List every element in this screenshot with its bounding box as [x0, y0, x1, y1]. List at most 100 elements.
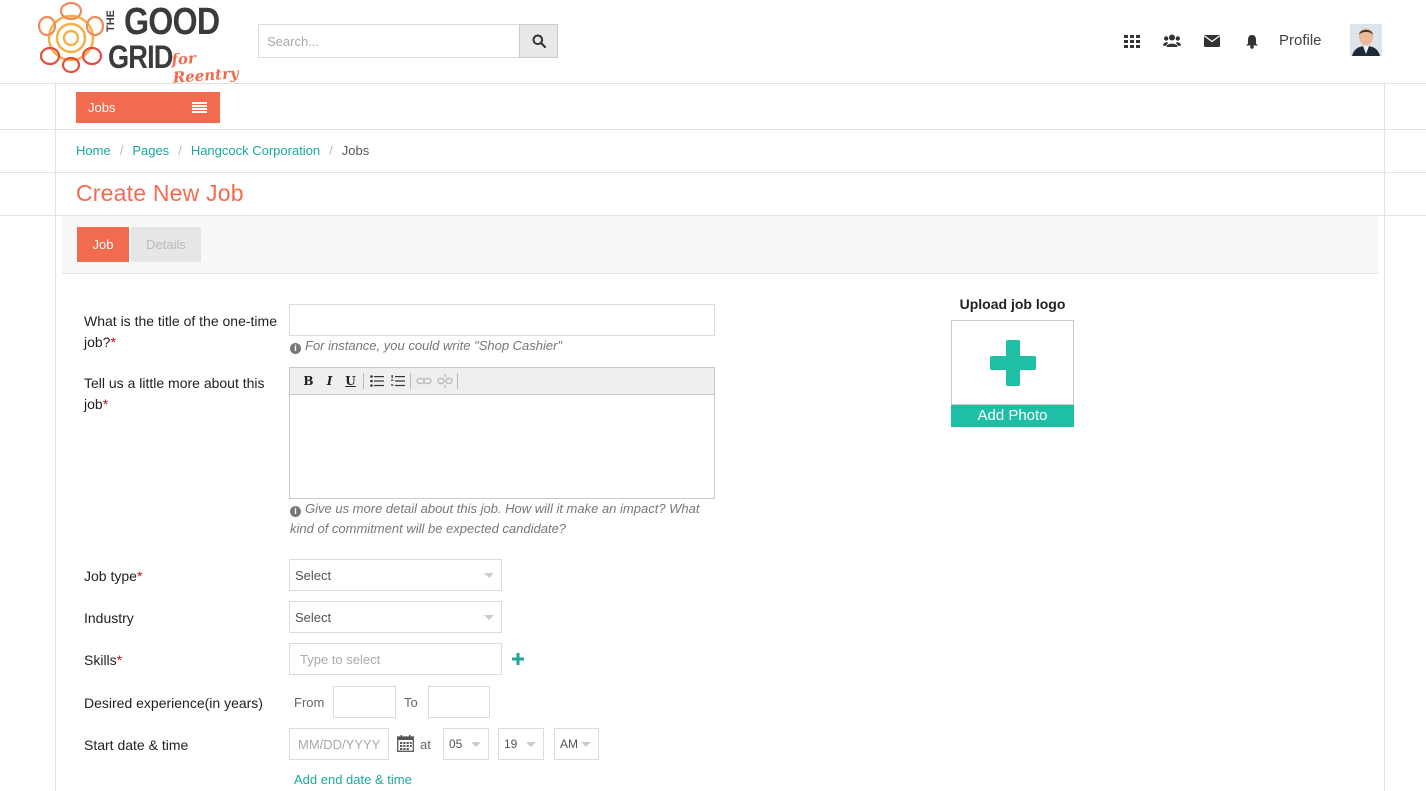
envelope-icon: [1204, 35, 1220, 47]
required-marker: *: [102, 396, 109, 412]
link-icon: [415, 377, 432, 385]
users-icon: [1163, 34, 1181, 47]
info-icon: i: [290, 506, 301, 517]
required-marker: *: [116, 652, 123, 668]
chevron-down-icon: [471, 742, 481, 747]
breadcrumb-separator: /: [119, 143, 124, 158]
start-ampm-select[interactable]: AM: [554, 728, 599, 760]
header-icons: [1112, 28, 1272, 54]
breadcrumb: Home / Pages / Hangcock Corporation / Jo…: [76, 143, 369, 158]
experience-to-input[interactable]: [428, 686, 490, 718]
toolbar-separator: [363, 373, 364, 389]
job-type-select[interactable]: Select: [289, 559, 502, 591]
at-label: at: [420, 737, 431, 752]
toolbar-separator: [457, 373, 458, 389]
chevron-down-icon: [484, 573, 494, 578]
unlink-icon: [436, 374, 453, 388]
experience-label-text: Desired experience(in years): [84, 695, 263, 711]
avatar[interactable]: [1350, 24, 1382, 56]
profile-link[interactable]: Profile: [1279, 32, 1322, 49]
add-end-date-link[interactable]: Add end date & time: [294, 772, 412, 787]
menu-bars-icon: [192, 102, 207, 113]
underline-icon: U: [345, 374, 356, 388]
breadcrumb-current: Jobs: [341, 143, 370, 158]
skills-input[interactable]: [289, 643, 502, 675]
tab-bar: [62, 216, 1379, 274]
calendar-icon[interactable]: [397, 735, 414, 752]
jobs-menu-button[interactable]: Jobs: [76, 92, 220, 123]
job-description-label: Tell us a little more about this job*: [84, 373, 284, 415]
experience-label: Desired experience(in years): [84, 693, 284, 714]
bold-icon: B: [303, 374, 314, 388]
logo-the: THE: [105, 10, 117, 32]
upload-logo-title: Upload job logo: [959, 296, 1066, 312]
job-title-label: What is the title of the one-time job?*: [84, 311, 284, 353]
breadcrumb-company[interactable]: Hangcock Corporation: [191, 143, 320, 158]
add-photo-button[interactable]: Add Photo: [951, 405, 1074, 427]
bullet-list-button[interactable]: [366, 371, 387, 391]
page-title: Create New Job: [76, 180, 244, 206]
breadcrumb-pages[interactable]: Pages: [132, 143, 169, 158]
job-title-hint: i For instance, you could write "Shop Cas…: [290, 336, 562, 356]
numbered-list-button[interactable]: [387, 371, 408, 391]
experience-from-input[interactable]: [333, 686, 396, 718]
skills-label: Skills*: [84, 650, 284, 671]
breadcrumb-home[interactable]: Home: [76, 143, 111, 158]
add-skill-icon[interactable]: [512, 653, 524, 665]
tab-job[interactable]: Job: [77, 227, 129, 262]
required-marker: *: [136, 568, 143, 584]
job-type-label: Job type*: [84, 566, 284, 587]
logo-good: GOOD: [124, 1, 220, 43]
start-hour-value: 05: [449, 737, 463, 751]
search-icon: [532, 34, 546, 48]
job-description-textarea[interactable]: [290, 395, 714, 498]
italic-button[interactable]: I: [319, 371, 340, 391]
chevron-down-icon: [484, 615, 494, 620]
job-description-hint: i Give us more detail about this job. How…: [290, 499, 720, 539]
job-title-hint-text: For instance, you could write "Shop Cash…: [305, 338, 563, 353]
bold-button[interactable]: B: [298, 371, 319, 391]
italic-icon: I: [326, 374, 333, 388]
messages-button[interactable]: [1192, 28, 1232, 54]
apps-grid-icon: [1124, 34, 1140, 48]
logo-grid: GRID: [108, 39, 173, 75]
apps-button[interactable]: [1112, 28, 1152, 54]
good-grid-logo[interactable]: THE GOOD GRID for Reentry: [36, 1, 252, 87]
link-button[interactable]: [413, 371, 434, 391]
job-type-label-text: Job type: [84, 568, 137, 584]
search-button[interactable]: [519, 24, 558, 58]
user-photo-icon: [1350, 24, 1382, 56]
logo-tagline: for Reentry: [170, 49, 240, 87]
divider: [0, 129, 1426, 130]
industry-label: Industry: [84, 608, 284, 629]
jobs-menu-label: Jobs: [88, 100, 116, 115]
start-ampm-value: AM: [560, 737, 578, 751]
editor-toolbar: B I U: [290, 368, 714, 395]
job-description-label-text: Tell us a little more about this job: [84, 375, 265, 412]
job-title-input[interactable]: [289, 304, 715, 336]
underline-button[interactable]: U: [340, 371, 361, 391]
tab-details[interactable]: Details: [131, 227, 201, 262]
breadcrumb-separator: /: [329, 143, 333, 158]
notifications-button[interactable]: [1232, 28, 1272, 54]
users-button[interactable]: [1152, 28, 1192, 54]
start-minute-select[interactable]: 19: [498, 728, 544, 760]
start-date-input[interactable]: [289, 728, 389, 760]
start-hour-select[interactable]: 05: [443, 728, 489, 760]
plus-icon: [989, 339, 1036, 386]
job-description-editor: B I U: [289, 367, 715, 499]
job-type-value: Select: [295, 567, 332, 583]
required-marker: *: [110, 334, 116, 350]
toolbar-separator: [410, 373, 411, 389]
job-description-hint-text: Give us more detail about this job. How …: [290, 501, 700, 536]
industry-select[interactable]: Select: [289, 601, 502, 633]
search-input[interactable]: [258, 24, 520, 58]
unlink-button[interactable]: [434, 371, 455, 391]
start-date-label-text: Start date & time: [84, 737, 189, 753]
experience-from-label: From: [294, 695, 325, 710]
upload-logo-dropzone[interactable]: [951, 320, 1074, 405]
search-bar: [258, 24, 558, 58]
skills-label-text: Skills: [84, 652, 117, 668]
experience-to-label: To: [404, 695, 418, 710]
chevron-down-icon: [526, 742, 536, 747]
